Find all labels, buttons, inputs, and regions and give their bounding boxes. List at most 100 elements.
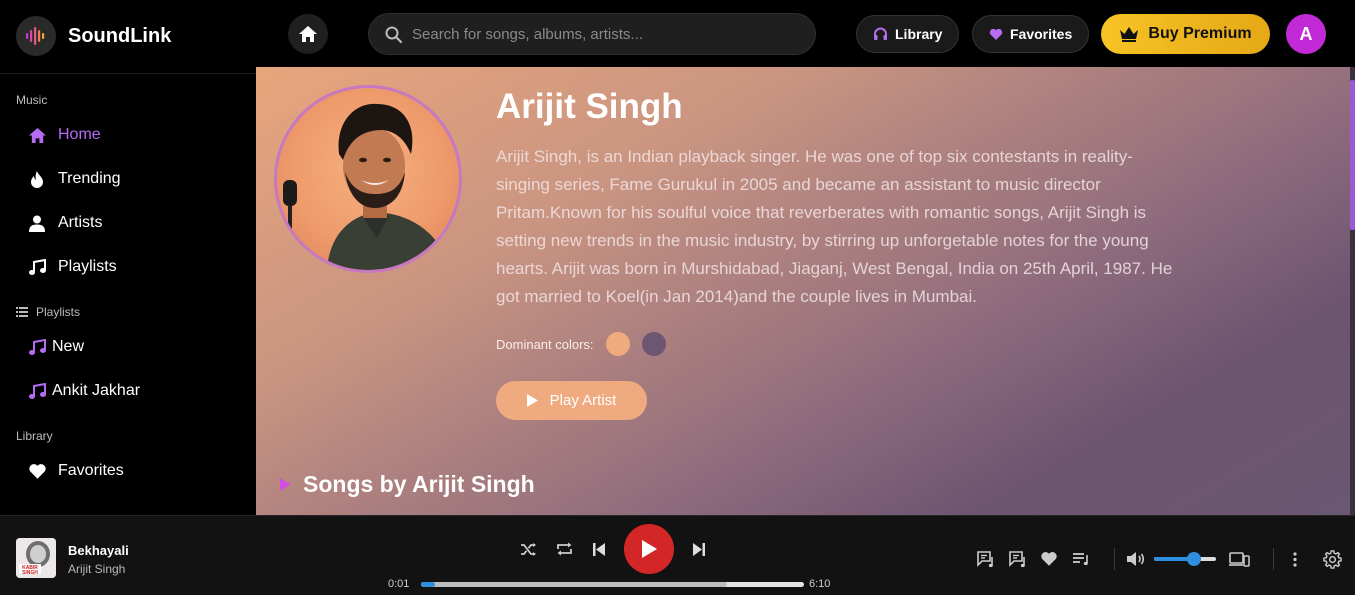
shuffle-button[interactable] <box>519 540 537 558</box>
user-icon <box>29 215 45 232</box>
devices-button[interactable] <box>1228 549 1250 569</box>
controls-divider <box>1114 548 1115 570</box>
previous-button[interactable] <box>590 540 608 558</box>
volume-icon <box>1127 552 1145 566</box>
headphones-icon <box>874 27 887 40</box>
play-pause-button[interactable] <box>624 524 674 574</box>
track-artist[interactable]: Arijit Singh <box>68 562 125 576</box>
track-cover[interactable]: KABIR SINGH <box>16 538 56 578</box>
color-swatch <box>641 332 666 356</box>
search-icon <box>385 26 402 43</box>
controls-divider <box>1273 548 1274 570</box>
next-button[interactable] <box>690 540 708 558</box>
sidebar-item-label: Artists <box>58 214 103 231</box>
artist-bio: Arijit Singh, is an Indian playback sing… <box>496 147 1173 306</box>
more-options-button[interactable] <box>1287 549 1303 569</box>
sidebar-item-playlist-new[interactable]: New <box>26 338 84 356</box>
sidebar: Music Home Trending Artists Playlists Pl… <box>0 73 256 515</box>
playlists-section-title: Playlists <box>16 305 80 319</box>
elapsed-time: 0:01 <box>388 578 410 590</box>
sidebar-item-artists[interactable]: Artists <box>26 214 102 232</box>
list-icon <box>16 307 28 317</box>
dominant-colors: Dominant colors: <box>496 332 666 356</box>
dominant-colors-label: Dominant colors: <box>496 336 594 352</box>
volume-knob[interactable] <box>1187 552 1201 566</box>
play-icon <box>526 394 538 407</box>
crown-icon <box>1120 27 1139 42</box>
heart-icon <box>28 463 46 479</box>
brand[interactable]: SoundLink <box>16 16 171 56</box>
search-bar[interactable] <box>368 13 816 55</box>
playlist-icon <box>1072 553 1088 566</box>
sidebar-item-label: Ankit Jakhar <box>52 382 141 399</box>
main-scrollbar-thumb[interactable] <box>1350 80 1355 230</box>
premium-label: Buy Premium <box>1148 25 1252 42</box>
lyrics-button[interactable] <box>976 549 996 569</box>
repeat-icon <box>556 542 572 556</box>
playlists-title-label: Playlists <box>36 305 81 319</box>
shuffle-icon <box>520 542 536 556</box>
track-title: Bekhayali <box>68 543 129 558</box>
app-name: SoundLink <box>68 24 172 47</box>
sidebar-item-label: Home <box>58 126 101 143</box>
songs-section-heading: Songs by Arijit Singh <box>280 471 535 498</box>
home-icon <box>299 26 317 42</box>
music-note-icon <box>29 258 46 275</box>
music-note-icon <box>29 382 46 399</box>
heart-icon <box>1041 552 1057 566</box>
user-avatar[interactable]: A <box>1286 14 1326 54</box>
playlist-queue-button[interactable] <box>1071 549 1091 569</box>
sidebar-item-trending[interactable]: Trending <box>26 170 121 188</box>
lyrics-icon <box>977 550 993 567</box>
home-button[interactable] <box>288 14 328 54</box>
search-input[interactable] <box>412 25 792 43</box>
favorites-label: Favorites <box>1010 26 1073 42</box>
favorites-button[interactable]: Favorites <box>972 15 1090 53</box>
skip-back-icon <box>593 542 605 556</box>
progress-fill <box>421 582 435 587</box>
artist-portrait <box>274 85 462 273</box>
buffered-fill <box>421 582 727 587</box>
library-label: Library <box>895 26 943 42</box>
heart-icon <box>989 28 1003 40</box>
sidebar-item-label: New <box>52 338 85 355</box>
volume-slider[interactable] <box>1154 557 1216 561</box>
more-vertical-icon <box>1293 551 1297 567</box>
settings-button[interactable] <box>1321 549 1343 569</box>
queue-icon <box>1009 550 1025 567</box>
library-section-title: Library <box>16 429 53 443</box>
queue-lyrics-button[interactable] <box>1008 549 1028 569</box>
skip-forward-icon <box>693 542 705 556</box>
repeat-button[interactable] <box>555 540 573 558</box>
soundwave-logo-icon <box>16 16 56 56</box>
sidebar-item-home[interactable]: Home <box>26 126 101 144</box>
top-bar: SoundLink Library Favorites Buy Premium … <box>0 0 1355 67</box>
cover-text-singh: SINGH <box>22 570 38 576</box>
player-bar: KABIR SINGH Bekhayali Arijit Singh 0:01 … <box>0 515 1355 595</box>
home-icon <box>28 127 46 143</box>
sidebar-item-label: Trending <box>58 170 121 187</box>
mute-button[interactable] <box>1125 549 1147 569</box>
devices-icon <box>1228 551 1250 567</box>
play-artist-label: Play Artist <box>549 392 617 409</box>
artist-name: Arijit Singh <box>496 87 683 126</box>
sidebar-item-label: Playlists <box>58 258 117 275</box>
progress-bar[interactable] <box>421 582 804 587</box>
library-button[interactable]: Library <box>856 15 960 53</box>
songs-heading-label: Songs by Arijit Singh <box>303 471 535 497</box>
music-section-title: Music <box>16 93 48 107</box>
color-swatch <box>605 332 630 356</box>
sidebar-item-playlists[interactable]: Playlists <box>26 258 117 276</box>
music-note-icon <box>29 338 46 355</box>
caret-right-icon <box>280 478 291 491</box>
artist-hero: Arijit Singh Arijit Singh, is an Indian … <box>256 67 1350 515</box>
play-artist-button[interactable]: Play Artist <box>496 381 647 420</box>
fire-icon <box>31 171 43 188</box>
buy-premium-button[interactable]: Buy Premium <box>1101 14 1270 54</box>
play-icon <box>642 540 657 558</box>
sidebar-item-playlist-ankit-jakhar[interactable]: Ankit Jakhar <box>26 382 140 400</box>
sidebar-item-favorites[interactable]: Favorites <box>26 462 124 480</box>
sidebar-item-label: Favorites <box>58 462 124 479</box>
gear-icon <box>1322 549 1342 569</box>
like-button[interactable] <box>1039 549 1059 569</box>
